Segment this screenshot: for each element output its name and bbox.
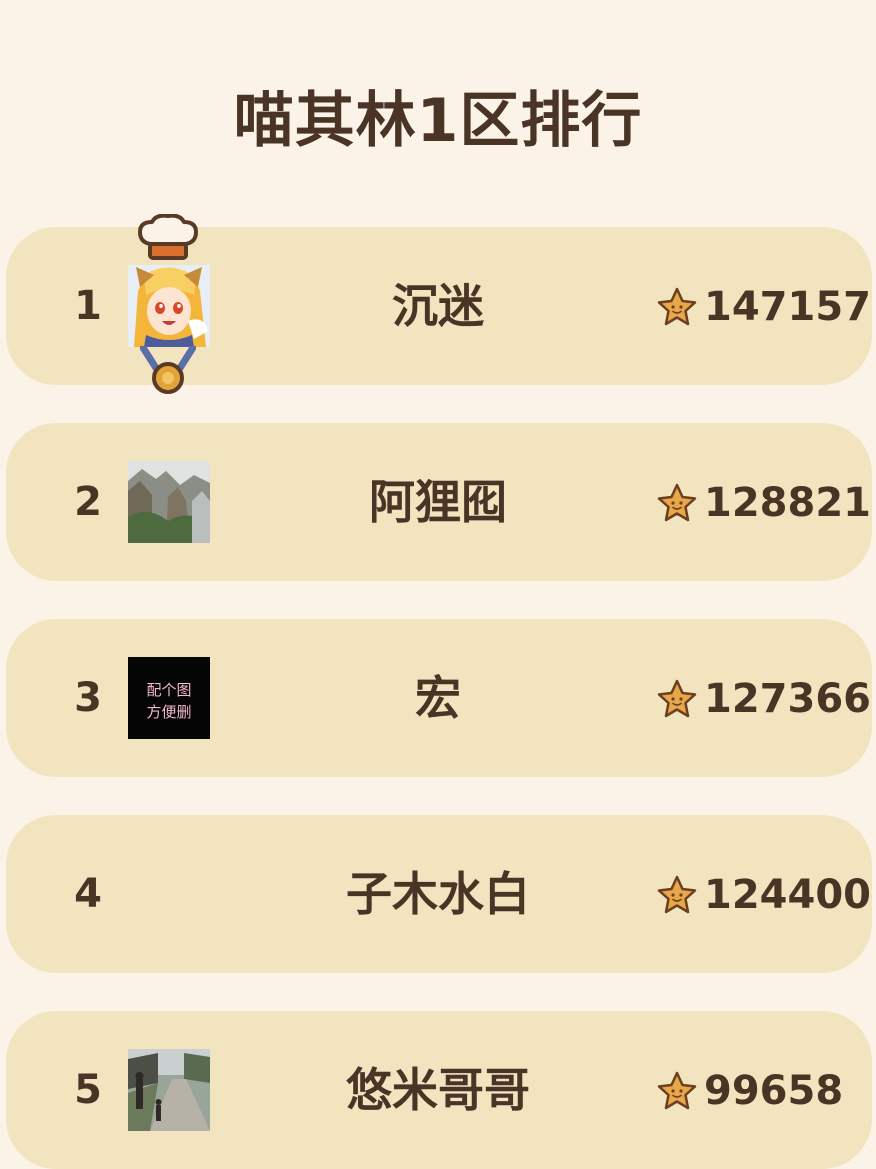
ranking-row-5[interactable]: 5 悠米哥哥 99658 xyxy=(6,1011,872,1169)
avatar[interactable]: 配个图 方便删 xyxy=(128,657,210,739)
star-face-icon xyxy=(657,483,697,522)
star-face-icon xyxy=(657,875,697,914)
avatar[interactable] xyxy=(128,461,210,543)
score-display: 147157 xyxy=(656,284,871,330)
ranking-row-4[interactable]: 4 子木水白 124400 xyxy=(6,815,872,973)
player-name: 子木水白 xyxy=(346,867,530,921)
score-value: 99658 xyxy=(704,1068,844,1114)
rank-number: 1 xyxy=(74,283,102,329)
mountain-landscape-avatar xyxy=(128,461,210,543)
rank-number: 5 xyxy=(74,1067,102,1113)
rank-number: 4 xyxy=(74,871,102,917)
avatar-text-line-2: 方便删 xyxy=(146,703,192,721)
avatar[interactable] xyxy=(128,1049,210,1131)
park-path-avatar xyxy=(128,1049,210,1131)
star-face-icon xyxy=(657,1071,697,1110)
score-display: 124400 xyxy=(656,872,871,918)
ranking-row-3[interactable]: 3 配个图 方便删 宏 127366 xyxy=(6,619,872,777)
score-display: 99658 xyxy=(656,1068,844,1114)
avatar-text-line-1: 配个图 xyxy=(146,681,192,699)
player-name: 悠米哥哥 xyxy=(346,1063,530,1117)
anime-girl-avatar xyxy=(128,265,210,347)
chef-hat-icon xyxy=(138,214,198,260)
page-title: 喵其林1区排行 xyxy=(233,86,643,156)
star-face-icon xyxy=(657,287,697,326)
rank-number: 2 xyxy=(74,479,102,525)
score-value: 127366 xyxy=(704,676,871,722)
player-name: 阿狸囮 xyxy=(369,475,507,529)
avatar[interactable] xyxy=(128,265,210,347)
score-display: 127366 xyxy=(656,676,871,722)
player-name: 宏 xyxy=(415,671,461,725)
score-value: 128821 xyxy=(704,480,871,526)
player-name: 沉迷 xyxy=(392,279,484,333)
score-value: 124400 xyxy=(704,872,871,918)
ranking-row-2[interactable]: 2 阿狸囮 128821 xyxy=(6,423,872,581)
score-value: 147157 xyxy=(704,284,871,330)
score-display: 128821 xyxy=(656,480,871,526)
medal-icon xyxy=(140,346,196,394)
rank-number: 3 xyxy=(74,675,102,721)
star-face-icon xyxy=(657,679,697,718)
